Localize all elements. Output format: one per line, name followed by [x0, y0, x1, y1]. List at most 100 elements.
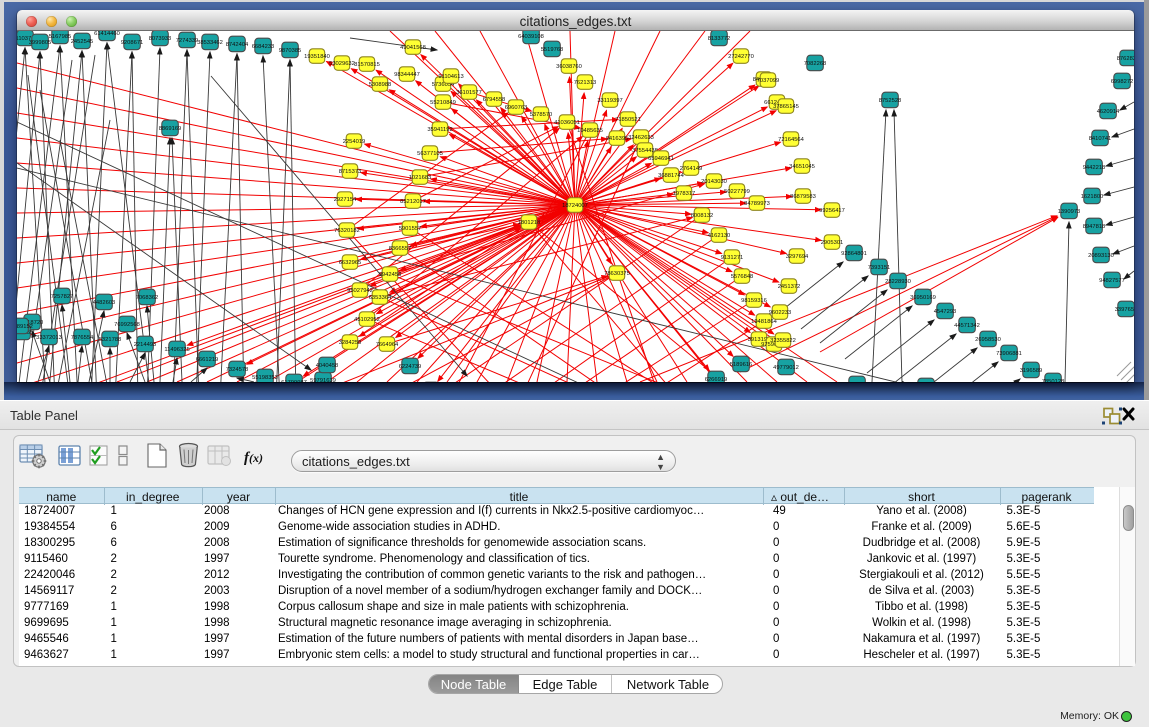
- svg-text:8752528: 8752528: [879, 98, 902, 104]
- svg-text:7621313: 7621313: [574, 80, 597, 86]
- svg-text:41036051: 41036051: [554, 120, 580, 126]
- svg-text:49779012: 49779012: [773, 365, 799, 371]
- svg-text:19351840: 19351840: [304, 54, 330, 60]
- svg-text:2764149: 2764149: [680, 166, 703, 172]
- svg-text:7037099: 7037099: [757, 78, 780, 84]
- svg-text:64039108: 64039108: [518, 34, 544, 40]
- svg-text:5189616: 5189616: [730, 362, 753, 368]
- svg-text:6998272: 6998272: [1111, 79, 1134, 85]
- svg-text:7664964: 7664964: [376, 342, 399, 348]
- svg-text:61799987: 61799987: [281, 380, 307, 382]
- svg-text:59791639: 59791639: [310, 378, 336, 382]
- svg-text:45102952: 45102952: [354, 317, 380, 323]
- svg-text:8869169: 8869169: [159, 126, 182, 132]
- svg-text:1621800: 1621800: [1081, 194, 1104, 200]
- svg-text:5519768: 5519768: [541, 47, 564, 53]
- svg-text:7082268: 7082268: [804, 61, 827, 67]
- svg-text:84789973: 84789973: [744, 201, 770, 207]
- svg-text:7068362: 7068362: [136, 295, 159, 301]
- svg-text:72164564: 72164564: [778, 137, 805, 143]
- svg-text:73906881: 73906881: [996, 351, 1022, 357]
- svg-text:98344447: 98344447: [394, 72, 420, 78]
- svg-text:9416395: 9416395: [606, 136, 629, 142]
- svg-text:8410741: 8410741: [1089, 136, 1112, 142]
- svg-text:94827577: 94827577: [1099, 278, 1125, 284]
- svg-text:9942458: 9942458: [379, 272, 402, 278]
- svg-text:9602233: 9602233: [769, 310, 792, 316]
- svg-text:5576848: 5576848: [731, 274, 754, 280]
- svg-text:49041568: 49041568: [400, 45, 426, 51]
- svg-text:19481864: 19481864: [751, 319, 778, 325]
- svg-text:10485635: 10485635: [577, 128, 603, 134]
- svg-text:71850521: 71850521: [615, 117, 641, 123]
- svg-text:8008132: 8008132: [691, 213, 714, 219]
- svg-text:36950169: 36950169: [910, 295, 936, 301]
- svg-text:6960763: 6960763: [505, 105, 528, 111]
- svg-text:4040458: 4040458: [316, 363, 339, 369]
- svg-text:1801218: 1801218: [518, 220, 541, 226]
- svg-text:33372013: 33372013: [36, 335, 62, 341]
- svg-text:56377105: 56377105: [417, 151, 443, 157]
- svg-text:55198353: 55198353: [252, 375, 278, 381]
- svg-text:35941192: 35941192: [427, 127, 452, 133]
- svg-text:5378570: 5378570: [530, 112, 553, 118]
- svg-text:4620914: 4620914: [1097, 109, 1120, 115]
- svg-text:6684233: 6684233: [252, 44, 275, 50]
- svg-text:55210849: 55210849: [430, 100, 456, 106]
- svg-text:98159316: 98159316: [741, 298, 767, 304]
- svg-text:2451372: 2451372: [778, 284, 801, 290]
- svg-text:37865145: 37865145: [773, 104, 799, 110]
- svg-text:3196589: 3196589: [1020, 368, 1043, 374]
- svg-text:95027942: 95027942: [347, 288, 373, 294]
- svg-text:20893130: 20893130: [1088, 253, 1114, 259]
- svg-text:36881744: 36881744: [658, 173, 685, 179]
- svg-text:9131271: 9131271: [721, 255, 744, 261]
- svg-text:4482603: 4482603: [93, 300, 116, 306]
- svg-text:91104613: 91104613: [438, 74, 463, 80]
- svg-text:3284258: 3284258: [339, 340, 362, 346]
- svg-text:86879583: 86879583: [790, 194, 816, 200]
- svg-text:20143030: 20143030: [701, 179, 727, 185]
- svg-text:2927154: 2927154: [334, 197, 357, 203]
- svg-text:9208671: 9208671: [121, 40, 144, 46]
- svg-text:6224739: 6224739: [399, 364, 422, 370]
- svg-text:11496325: 11496325: [164, 347, 189, 353]
- svg-text:85212017: 85212017: [400, 199, 426, 205]
- svg-text:50227799: 50227799: [724, 189, 750, 195]
- svg-text:69589152: 69589152: [17, 324, 33, 330]
- svg-text:f(x): f(x): [244, 450, 263, 466]
- svg-text:4162130: 4162130: [708, 233, 731, 239]
- svg-text:6661219: 6661219: [196, 357, 219, 363]
- svg-text:9442218: 9442218: [1083, 165, 1106, 171]
- svg-text:5321788: 5321788: [99, 337, 122, 343]
- svg-text:9870385: 9870385: [279, 48, 302, 54]
- svg-text:2254019: 2254019: [343, 139, 366, 145]
- svg-text:36038760: 36038760: [556, 64, 582, 70]
- svg-text:76320182: 76320182: [334, 228, 360, 234]
- svg-text:6632965: 6632965: [339, 260, 362, 266]
- svg-text:76992568: 76992568: [114, 322, 140, 328]
- svg-text:6353364: 6353364: [369, 295, 392, 301]
- svg-text:2214493: 2214493: [134, 342, 157, 348]
- svg-text:7274339: 7274339: [176, 38, 199, 44]
- svg-text:28228930: 28228930: [885, 279, 911, 285]
- svg-text:44571342: 44571342: [954, 323, 980, 329]
- svg-text:7257827: 7257827: [51, 294, 74, 300]
- svg-text:38533462: 38533462: [197, 40, 223, 46]
- svg-text:33119397: 33119397: [597, 98, 622, 104]
- svg-text:78630375: 78630375: [604, 271, 630, 277]
- svg-text:5167985: 5167985: [49, 34, 72, 40]
- svg-text:8073933: 8073933: [149, 36, 172, 42]
- svg-text:27242770: 27242770: [728, 54, 754, 60]
- svg-text:53029632: 53029632: [329, 61, 355, 67]
- svg-text:7393151: 7393151: [868, 265, 891, 271]
- svg-text:32462633: 32462633: [628, 135, 654, 141]
- svg-text:8762825: 8762825: [1117, 56, 1134, 62]
- svg-text:2905301: 2905301: [821, 240, 844, 246]
- svg-text:92864801: 92864801: [841, 251, 867, 257]
- svg-text:3397658: 3397658: [1115, 307, 1134, 313]
- svg-text:3999805: 3999805: [29, 40, 52, 46]
- svg-text:5901557: 5901557: [399, 226, 422, 232]
- svg-text:81570815: 81570815: [354, 62, 380, 68]
- svg-text:2452545: 2452545: [71, 39, 94, 45]
